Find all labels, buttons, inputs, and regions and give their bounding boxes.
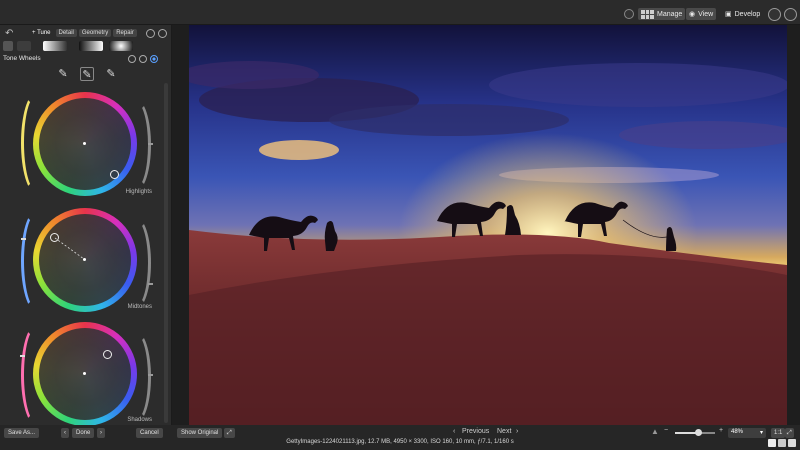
zoom-out-icon[interactable]: − <box>664 427 668 434</box>
fit-button[interactable]: 1:1 <box>771 428 786 438</box>
midtones-color-wheel[interactable] <box>33 208 137 312</box>
grid-icon <box>641 9 654 19</box>
gradient-tool-2-icon[interactable] <box>79 41 103 51</box>
tab-detail[interactable]: Detail <box>55 29 77 37</box>
mountain-icon: ▲ <box>651 427 659 436</box>
develop-button[interactable]: ▣ Develop <box>722 8 763 20</box>
develop-label: Develop <box>734 10 761 18</box>
midtones-level-tick[interactable] <box>21 238 26 240</box>
develop-icon: ▣ <box>725 11 732 18</box>
desert-photo <box>189 25 787 425</box>
circle-settings-icon[interactable] <box>768 8 781 21</box>
midtones-wheel-block: Midtones <box>0 205 172 320</box>
show-original-button[interactable]: Show Original <box>177 428 223 438</box>
undo-arrow-icon[interactable]: ↶ <box>5 28 13 39</box>
photo-viewer[interactable] <box>189 25 787 425</box>
gradient-tool-3-icon[interactable] <box>109 41 133 51</box>
zoom-select[interactable]: 48% ▾ <box>728 428 766 438</box>
viewer-margin-left <box>172 25 189 425</box>
shadows-handle[interactable] <box>103 350 112 359</box>
tab-geometry[interactable]: Geometry <box>78 29 112 37</box>
highlights-saturation-tick[interactable] <box>148 143 153 145</box>
shadows-wheel-block: Shadows <box>0 319 172 434</box>
midtones-saturation-tick[interactable] <box>148 283 153 285</box>
manage-label: Manage <box>657 10 683 18</box>
tune-panel: ↶ + Tune Detail Geometry Repair Tone Whe… <box>0 25 172 426</box>
section-reset-icon[interactable] <box>128 55 136 63</box>
options-icon[interactable] <box>158 29 167 38</box>
eye-icon: ◉ <box>689 11 696 18</box>
midtones-handle[interactable] <box>50 233 59 242</box>
chevron-down-icon: ▾ <box>759 430 763 436</box>
shadows-level-tick[interactable] <box>20 355 25 357</box>
highlights-label: Highlights <box>125 189 152 195</box>
previous-link[interactable]: Previous <box>462 428 489 435</box>
tab-tune[interactable]: + Tune <box>29 29 54 37</box>
section-options-icon[interactable] <box>139 55 147 63</box>
gradient-tool-1-icon[interactable] <box>43 41 67 51</box>
bottom-toolbar: Save As... ‹ Done › Cancel Show Original… <box>0 425 800 450</box>
eyedropper-highlights-icon[interactable]: ✎ <box>104 67 118 81</box>
section-title[interactable]: Tone Wheels <box>3 55 41 62</box>
color-label-icon[interactable] <box>778 439 786 447</box>
save-as-button[interactable]: Save As... <box>4 428 40 438</box>
top-toolbar: Manage ◉ View ▣ Develop <box>0 0 800 25</box>
viewer-margin-right <box>787 25 800 425</box>
highlights-handle[interactable] <box>110 170 119 179</box>
midtones-center-dot <box>83 258 86 261</box>
next-link[interactable]: Next <box>497 428 511 435</box>
next-arrow-button[interactable]: › <box>97 428 105 438</box>
shadows-saturation-tick[interactable] <box>148 374 153 376</box>
view-label: View <box>698 10 714 18</box>
eye-settings-icon[interactable] <box>784 8 797 21</box>
reject-flag-icon[interactable] <box>768 439 776 447</box>
zoom-value: 48% <box>731 429 744 435</box>
shadows-color-wheel[interactable] <box>33 322 137 426</box>
manage-button[interactable]: Manage <box>638 8 686 20</box>
curve-icon[interactable] <box>17 41 31 51</box>
section-toggle-icon[interactable] <box>150 55 158 63</box>
tool-row <box>3 41 169 51</box>
tab-repair[interactable]: Repair <box>113 29 137 37</box>
panel-tabs: + Tune Detail Geometry Repair <box>29 29 137 37</box>
user-icon[interactable] <box>624 9 634 19</box>
expand-icon[interactable]: ⤢ <box>785 428 794 438</box>
shadows-center-dot <box>83 372 86 375</box>
highlights-center-dot <box>83 142 86 145</box>
file-info: GettyImages-1224021113.jpg, 12.7 MB, 495… <box>286 439 514 445</box>
eyedropper-midtones-icon[interactable]: ✎ <box>80 67 94 81</box>
reset-icon[interactable] <box>146 29 155 38</box>
checkmark-icon[interactable] <box>788 439 796 447</box>
highlights-color-wheel[interactable] <box>33 92 137 196</box>
previous-arrow-button[interactable]: ‹ <box>61 428 69 438</box>
eyedropper-group: ✎ ✎ ✎ <box>56 67 118 81</box>
histogram-icon[interactable] <box>3 41 13 51</box>
section-icons <box>128 55 158 63</box>
zoom-in-icon[interactable]: + <box>719 427 723 434</box>
view-button[interactable]: ◉ View <box>686 8 717 20</box>
highlights-wheel-block: Highlights <box>0 89 172 204</box>
cancel-button[interactable]: Cancel <box>136 428 163 438</box>
fullscreen-expand-icon[interactable]: ⤢ <box>224 428 235 438</box>
previous-chevron-icon[interactable]: ‹ <box>453 428 455 435</box>
shadows-label: Shadows <box>127 417 152 423</box>
next-chevron-icon[interactable]: › <box>516 428 518 435</box>
done-button[interactable]: Done <box>72 428 95 438</box>
eyedropper-shadows-icon[interactable]: ✎ <box>56 67 70 81</box>
zoom-slider-knob[interactable] <box>694 429 702 436</box>
panel-header-icons <box>146 29 167 38</box>
